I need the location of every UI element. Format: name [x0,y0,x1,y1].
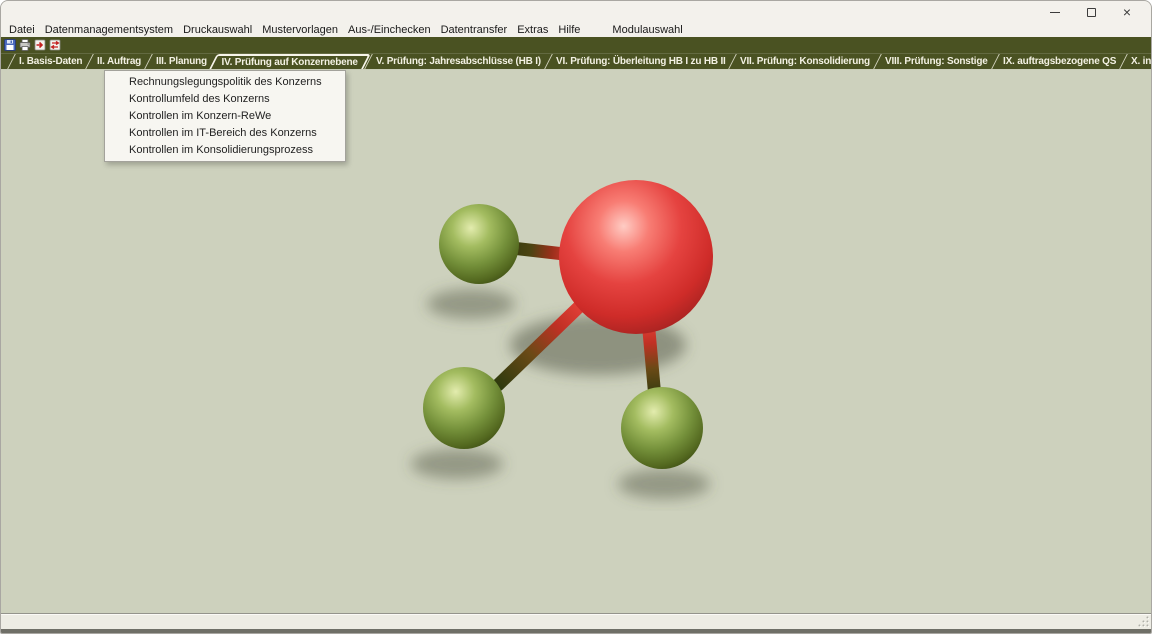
window-bottom-edge [1,629,1151,633]
resize-grip[interactable] [1137,615,1150,628]
close-button[interactable]: × [1109,2,1145,23]
toolbar [1,37,1151,53]
main-content: Rechnungslegungspolitik des Konzerns Kon… [1,70,1151,613]
tab-dropdown-menu: Rechnungslegungspolitik des Konzerns Kon… [104,70,346,162]
dropdown-item-kontrollumfeld[interactable]: Kontrollumfeld des Konzerns [105,91,345,108]
close-icon: × [1123,5,1131,19]
titlebar: × [1,1,1151,23]
tab-7-pruefung-konsolidierung[interactable]: VII. Prüfung: Konsolidierung [728,54,881,69]
menu-item-extras[interactable]: Extras [512,23,553,37]
dropdown-item-rechnungslegungspolitik[interactable]: Rechnungslegungspolitik des Konzerns [105,74,345,91]
menu-item-datenmanagementsystem[interactable]: Datenmanagementsystem [40,23,178,37]
maximize-icon [1087,8,1096,17]
print-icon [19,39,31,51]
menu-item-modulauswahl[interactable]: Modulauswahl [607,23,687,37]
tab-1-basis-daten[interactable]: I. Basis-Daten [7,54,93,69]
save-button[interactable] [3,39,16,52]
minimize-icon [1050,12,1060,13]
check-out-button[interactable] [33,39,46,52]
tab-9-auftragsbezogene-qs[interactable]: IX. auftragsbezogene QS [991,54,1127,69]
menu-item-druckauswahl[interactable]: Druckauswahl [178,23,257,37]
tabbar: I. Basis-Daten II. Auftrag III. Planung … [1,53,1151,70]
check-in-out-arrows-icon [49,39,61,51]
maximize-button[interactable] [1073,2,1109,23]
statusbar [1,613,1151,629]
tab-5-pruefung-jahresabschluesse-hb1[interactable]: V. Prüfung: Jahresabschlüsse (HB I) [364,54,552,69]
check-in-out-button[interactable] [48,39,61,52]
print-button[interactable] [18,39,31,52]
save-icon [4,39,16,51]
menu-item-datentransfer[interactable]: Datentransfer [436,23,513,37]
app-window: × Datei Datenmanagementsystem Druckauswa… [0,0,1152,634]
dropdown-item-kontrollen-it-bereich[interactable]: Kontrollen im IT-Bereich des Konzerns [105,125,345,142]
minimize-button[interactable] [1037,2,1073,23]
caption-buttons: × [1037,1,1151,23]
menu-item-mustervorlagen[interactable]: Mustervorlagen [257,23,343,37]
check-out-arrow-icon [34,39,46,51]
tab-8-pruefung-sonstige[interactable]: VIII. Prüfung: Sonstige [873,54,998,69]
tab-4-pruefung-auf-konzernebene[interactable]: IV. Prüfung auf Konzernebene [210,54,372,69]
dropdown-item-kontrollen-konsolidierungsprozess[interactable]: Kontrollen im Konsolidierungsprozess [105,142,345,159]
menubar: Datei Datenmanagementsystem Druckauswahl… [1,23,1151,37]
tab-6-pruefung-ueberleitung-hb1-hb2[interactable]: VI. Prüfung: Überleitung HB I zu HB II [544,54,736,69]
tab-2-auftrag[interactable]: II. Auftrag [86,54,153,69]
menu-item-hilfe[interactable]: Hilfe [553,23,585,37]
dropdown-item-kontrollen-konzern-rewe[interactable]: Kontrollen im Konzern-ReWe [105,108,345,125]
tab-3-planung[interactable]: III. Planung [145,54,219,69]
menu-item-datei[interactable]: Datei [4,23,40,37]
molecule-logo [391,164,761,511]
menu-item-aus-einchecken[interactable]: Aus-/Einchecken [343,23,436,37]
